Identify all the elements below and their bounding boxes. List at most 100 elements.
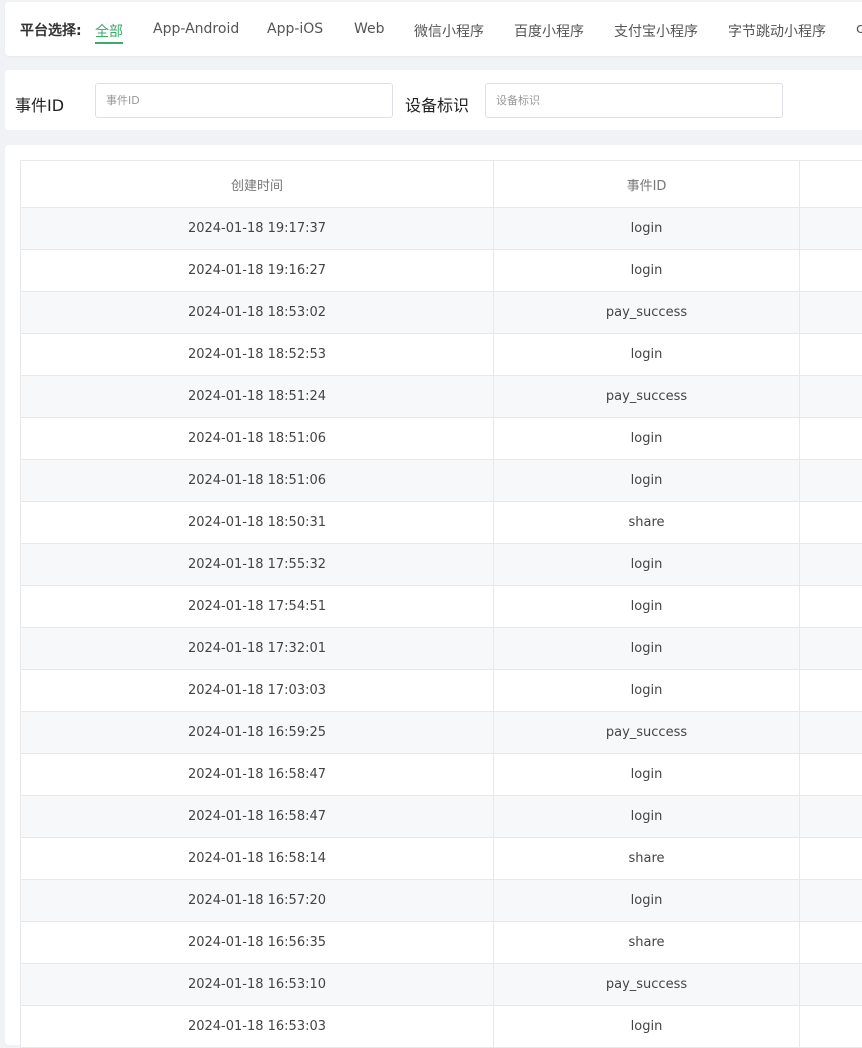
event-id-cell: login: [494, 796, 800, 838]
created-time-cell: 2024-01-18 19:17:37: [21, 208, 494, 250]
table-row[interactable]: 2024-01-18 16:59:25pay_success: [21, 712, 862, 754]
table-row[interactable]: 2024-01-18 18:51:24pay_success: [21, 376, 862, 418]
created-time-cell: 2024-01-18 18:53:02: [21, 292, 494, 334]
platform-tab-all[interactable]: 全部: [95, 21, 123, 41]
truncated-cell: [800, 460, 862, 502]
created-time-cell: 2024-01-18 17:55:32: [21, 544, 494, 586]
created-time-cell: 2024-01-18 18:50:31: [21, 502, 494, 544]
truncated-cell: [800, 208, 862, 250]
table-row[interactable]: 2024-01-18 16:58:47login: [21, 754, 862, 796]
event-id-cell: login: [494, 250, 800, 292]
created-time-cell: 2024-01-18 18:51:06: [21, 460, 494, 502]
column-header-event-id: 事件ID: [494, 161, 800, 208]
event-id-cell: login: [494, 880, 800, 922]
created-time-cell: 2024-01-18 16:58:47: [21, 754, 494, 796]
table-row[interactable]: 2024-01-18 16:53:03login: [21, 1006, 862, 1048]
created-time-cell: 2024-01-18 16:58:47: [21, 796, 494, 838]
truncated-cell: [800, 712, 862, 754]
created-time-cell: 2024-01-18 16:53:10: [21, 964, 494, 1006]
table-row[interactable]: 2024-01-18 17:54:51login: [21, 586, 862, 628]
platform-tab-web[interactable]: Web: [354, 21, 385, 37]
truncated-cell: [800, 922, 862, 964]
event-id-input[interactable]: [95, 83, 393, 118]
event-id-cell: pay_success: [494, 712, 800, 754]
column-header-created-time: 创建时间: [21, 161, 494, 208]
event-id-cell: pay_success: [494, 964, 800, 1006]
truncated-cell: [800, 796, 862, 838]
table-row[interactable]: 2024-01-18 16:56:35share: [21, 922, 862, 964]
platform-tab-baidu-miniprogram[interactable]: 百度小程序: [514, 21, 584, 41]
created-time-cell: 2024-01-18 17:32:01: [21, 628, 494, 670]
platform-tab-bytedance-miniprogram[interactable]: 字节跳动小程序: [728, 21, 826, 41]
table-header-row: 创建时间 事件ID: [21, 161, 862, 208]
created-time-cell: 2024-01-18 17:03:03: [21, 670, 494, 712]
event-id-cell: login: [494, 208, 800, 250]
table-row[interactable]: 2024-01-18 17:03:03login: [21, 670, 862, 712]
table-row[interactable]: 2024-01-18 17:55:32login: [21, 544, 862, 586]
created-time-cell: 2024-01-18 17:54:51: [21, 586, 494, 628]
event-id-cell: login: [494, 334, 800, 376]
created-time-cell: 2024-01-18 18:52:53: [21, 334, 494, 376]
table-row[interactable]: 2024-01-18 18:51:06login: [21, 418, 862, 460]
column-header-truncated: [800, 161, 862, 208]
created-time-cell: 2024-01-18 19:16:27: [21, 250, 494, 292]
event-id-label: 事件ID: [15, 92, 64, 116]
truncated-cell: [800, 544, 862, 586]
platform-filter-bar: 平台选择: 全部 App-Android App-iOS Web 微信小程序 百…: [5, 2, 862, 56]
platform-tab-app-ios[interactable]: App-iOS: [267, 21, 323, 37]
event-id-cell: login: [494, 586, 800, 628]
events-table: 创建时间 事件ID 2024-01-18 19:17:37login2024-0…: [20, 160, 862, 1048]
table-row[interactable]: 2024-01-18 16:58:47login: [21, 796, 862, 838]
event-id-cell: share: [494, 502, 800, 544]
truncated-cell: [800, 880, 862, 922]
truncated-cell: [800, 628, 862, 670]
event-id-cell: share: [494, 922, 800, 964]
truncated-cell: [800, 838, 862, 880]
table-row[interactable]: 2024-01-18 16:53:10pay_success: [21, 964, 862, 1006]
device-id-input[interactable]: [485, 83, 783, 118]
table-row[interactable]: 2024-01-18 19:17:37login: [21, 208, 862, 250]
created-time-cell: 2024-01-18 16:56:35: [21, 922, 494, 964]
truncated-cell: [800, 964, 862, 1006]
event-id-cell: login: [494, 1006, 800, 1048]
event-id-cell: login: [494, 670, 800, 712]
table-row[interactable]: 2024-01-18 19:16:27login: [21, 250, 862, 292]
active-tab-indicator: [95, 42, 123, 44]
truncated-cell: [800, 586, 862, 628]
event-id-cell: login: [494, 460, 800, 502]
search-filter-bar: 事件ID 设备标识: [5, 70, 862, 130]
event-id-cell: login: [494, 418, 800, 460]
truncated-cell: [800, 670, 862, 712]
platform-tab-alipay-miniprogram[interactable]: 支付宝小程序: [614, 21, 698, 41]
truncated-cell: [800, 754, 862, 796]
platform-tab-wechat-miniprogram[interactable]: 微信小程序: [414, 21, 484, 41]
platform-tab-app-android[interactable]: App-Android: [153, 21, 239, 37]
event-id-cell: login: [494, 628, 800, 670]
created-time-cell: 2024-01-18 18:51:06: [21, 418, 494, 460]
table-row[interactable]: 2024-01-18 18:50:31share: [21, 502, 862, 544]
events-table-panel: 创建时间 事件ID 2024-01-18 19:17:37login2024-0…: [5, 145, 862, 1045]
device-id-label: 设备标识: [405, 92, 469, 116]
created-time-cell: 2024-01-18 16:59:25: [21, 712, 494, 754]
table-row[interactable]: 2024-01-18 16:58:14share: [21, 838, 862, 880]
table-row[interactable]: 2024-01-18 18:52:53login: [21, 334, 862, 376]
event-id-cell: pay_success: [494, 292, 800, 334]
event-id-cell: login: [494, 544, 800, 586]
platform-tab-overflow[interactable]: c: [856, 21, 862, 37]
created-time-cell: 2024-01-18 16:53:03: [21, 1006, 494, 1048]
truncated-cell: [800, 418, 862, 460]
truncated-cell: [800, 1006, 862, 1048]
table-row[interactable]: 2024-01-18 16:57:20login: [21, 880, 862, 922]
platform-filter-label: 平台选择:: [20, 20, 82, 40]
truncated-cell: [800, 502, 862, 544]
created-time-cell: 2024-01-18 16:58:14: [21, 838, 494, 880]
event-id-cell: login: [494, 754, 800, 796]
event-id-cell: pay_success: [494, 376, 800, 418]
table-row[interactable]: 2024-01-18 17:32:01login: [21, 628, 862, 670]
table-row[interactable]: 2024-01-18 18:53:02pay_success: [21, 292, 862, 334]
truncated-cell: [800, 250, 862, 292]
truncated-cell: [800, 292, 862, 334]
table-row[interactable]: 2024-01-18 18:51:06login: [21, 460, 862, 502]
truncated-cell: [800, 376, 862, 418]
truncated-cell: [800, 334, 862, 376]
